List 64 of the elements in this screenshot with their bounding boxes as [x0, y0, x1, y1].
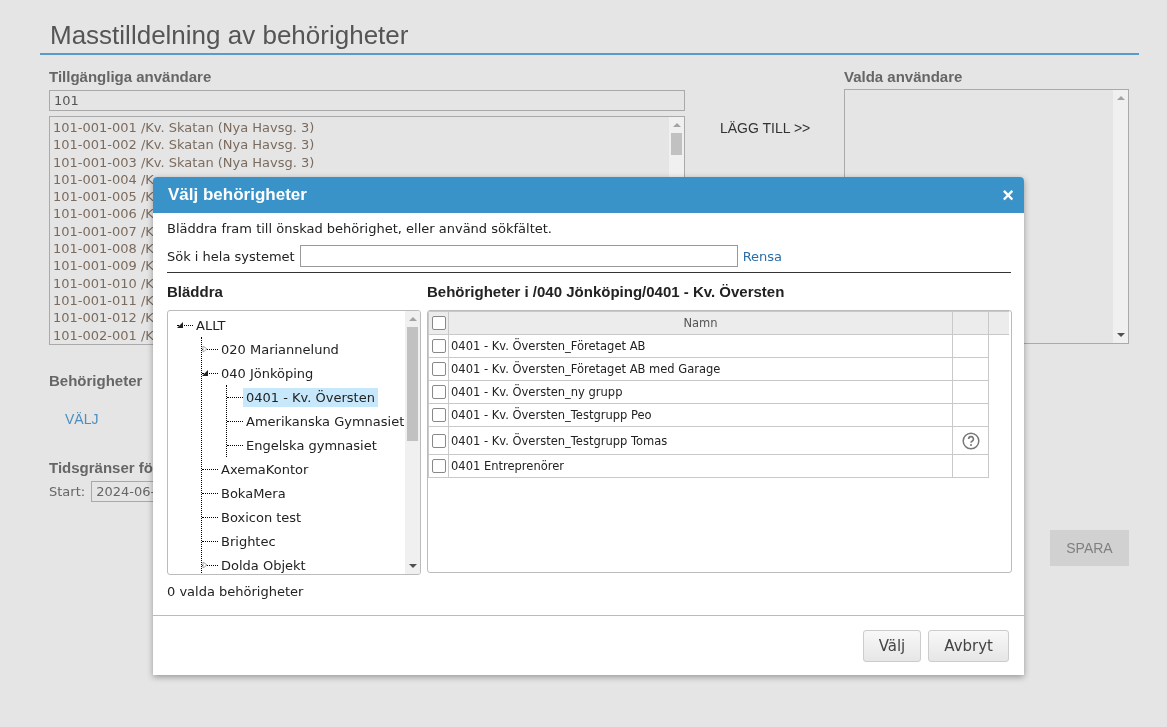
user-list-item[interactable]: 101-001-009 /K [53, 257, 154, 275]
scrollbar[interactable] [405, 311, 420, 574]
checkbox[interactable] [431, 385, 446, 400]
scrollbar[interactable] [1113, 90, 1128, 343]
collapsed-arrow-icon[interactable] [201, 561, 209, 569]
checkbox[interactable] [431, 339, 446, 354]
user-list-item[interactable]: 101-001-005 /K [53, 188, 154, 206]
section-heading: Behörigheter [49, 372, 143, 388]
checkbox[interactable] [431, 459, 446, 474]
checkbox[interactable] [431, 362, 446, 377]
user-list-item[interactable]: 101-001-008 /K [53, 240, 154, 258]
tree-item[interactable]: 040 Jönköping [218, 363, 317, 383]
table-cell: 0401 - Kv. Översten_Företaget AB med Garage [448, 357, 953, 381]
table-cell: 0401 - Kv. Översten_ny grupp [448, 380, 953, 404]
help-icon[interactable] [961, 431, 980, 450]
close-button[interactable]: × [1002, 185, 1014, 205]
checkbox[interactable] [431, 408, 446, 423]
section-heading: Valda användare [844, 68, 963, 84]
table-cell: 0401 - Kv. Översten_Testgrupp Tomas [448, 426, 953, 455]
user-list-item[interactable]: 101-001-006 /K [53, 205, 154, 223]
grid-heading: Behörigheter i /040 Jönköping/0401 - Kv. Översten [427, 283, 786, 300]
user-list-item[interactable]: 101-001-003 /Kv. Skatan (Nya Havsg. 3) [53, 153, 315, 171]
checkbox[interactable] [431, 433, 446, 448]
add-link[interactable]: LÄGG TILL >> [720, 120, 811, 136]
expanded-arrow-icon[interactable] [201, 369, 209, 377]
user-list-item[interactable]: 101-001-004 /K [53, 170, 154, 189]
search-label: Sök i hela systemet [167, 248, 295, 264]
expanded-arrow-icon[interactable] [176, 321, 184, 329]
table-cell: 0401 - Kv. Översten_Företaget AB [448, 334, 953, 358]
user-list-item[interactable]: 101-002-001 /K [53, 326, 154, 344]
user-list-item[interactable]: 101-001-001 /Kv. Skatan (Nya Havsg. 3) [53, 119, 315, 137]
page-title: Masstilldelning av behörigheter [40, 0, 1139, 55]
tree-item[interactable]: 0401 - Kv. Översten [243, 387, 378, 407]
column-header[interactable]: Namn [448, 311, 953, 335]
user-list-item[interactable]: 101-001-007 /K [53, 222, 154, 241]
tree-item[interactable]: BokaMera [218, 483, 289, 503]
user-list-item[interactable]: 101-001-002 /Kv. Skatan (Nya Havsg. 3) [53, 136, 315, 154]
tree-item[interactable]: Dolda Objekt [218, 555, 309, 574]
instruction-text: Bläddra fram till önskad behörighet, eller använd sökfältet. [167, 221, 553, 238]
start-label: Start: [49, 484, 86, 499]
user-list-item[interactable]: 101-001-012 /K [53, 309, 154, 327]
section-heading: Tidsgränser fö [49, 459, 153, 475]
selection-count: 0 valda behörigheter [167, 584, 305, 599]
choose-button[interactable]: Välj [862, 629, 922, 662]
tree-item[interactable]: ALLT [193, 315, 229, 335]
tree-item[interactable]: Engelska gymnasiet [243, 435, 380, 455]
tree-item[interactable]: Amerikanska Gymnasiet [243, 411, 405, 431]
tree-item[interactable]: AxemaKontor [218, 459, 312, 479]
clear-link[interactable]: Rensa [742, 248, 783, 264]
browse-heading: Bläddra [167, 283, 224, 300]
cancel-button[interactable]: Avbryt [928, 629, 1009, 662]
user-list-item[interactable]: 101-001-011 /K [53, 291, 154, 310]
table-cell: 0401 Entreprenörer [448, 454, 953, 478]
table-cell: 0401 - Kv. Översten_Testgrupp Peo [448, 403, 953, 427]
user-list-item[interactable]: 101-001-010 /K [53, 274, 154, 292]
tree-item[interactable]: 020 Mariannelund [218, 339, 342, 359]
filter-field[interactable]: 101 [49, 90, 685, 111]
tree-item[interactable]: Boxicon test [218, 507, 305, 527]
search-field[interactable] [299, 245, 738, 267]
dialog-title: Välj behörigheter [168, 185, 307, 205]
collapsed-arrow-icon[interactable] [201, 345, 209, 353]
tree-item[interactable]: Brightec [218, 531, 279, 551]
section-heading: Tillgängliga användare [49, 68, 212, 84]
checkbox[interactable] [431, 316, 446, 331]
